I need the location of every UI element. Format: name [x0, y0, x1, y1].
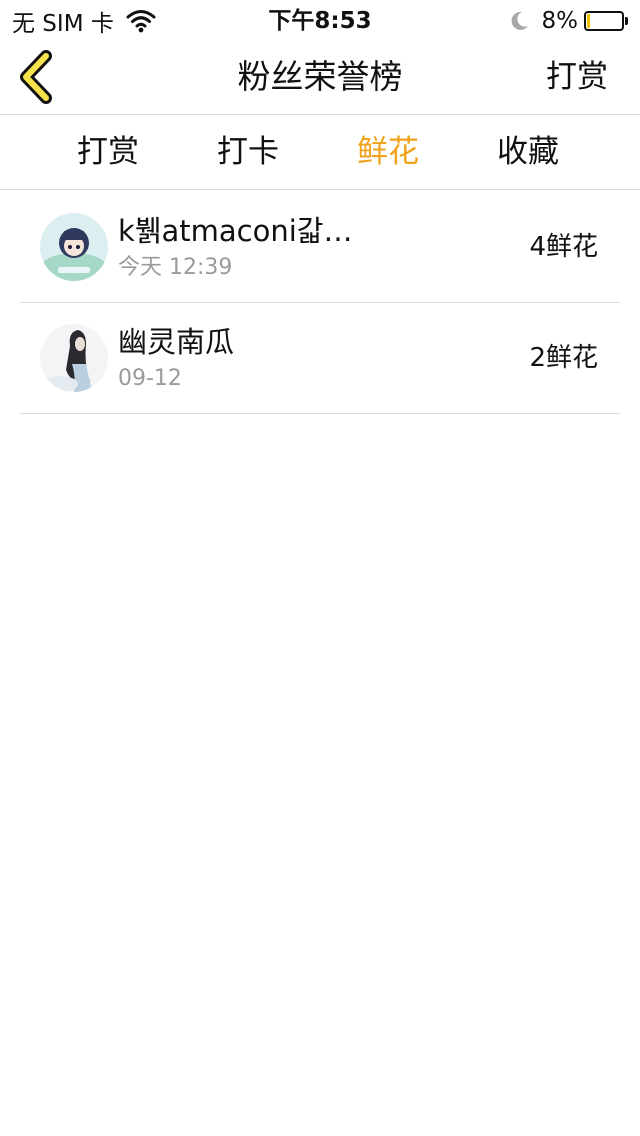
- reward-button[interactable]: 打赏: [546, 52, 608, 102]
- tab-reward[interactable]: 打赏: [48, 115, 168, 189]
- status-right: 8%: [508, 6, 628, 36]
- tab-favorites[interactable]: 收藏: [468, 115, 588, 189]
- back-button[interactable]: [14, 50, 64, 104]
- tab-bar: 打赏 打卡 鲜花 收藏: [0, 115, 640, 190]
- status-bar: 无 SIM 卡 下午8:53 8%: [0, 0, 640, 40]
- flower-count: 4鲜花: [529, 232, 598, 262]
- fan-name: k뷁atmaconi갋…: [118, 214, 353, 248]
- avatar[interactable]: [40, 213, 108, 281]
- list-item[interactable]: 幽灵南瓜 09-12 2鲜花: [20, 303, 620, 414]
- flower-count: 2鲜花: [529, 343, 598, 373]
- fan-time: 09-12: [118, 366, 182, 391]
- tab-checkin[interactable]: 打卡: [188, 115, 308, 189]
- fan-name: 幽灵南瓜: [118, 325, 235, 359]
- nav-bar: 粉丝荣誉榜 打赏: [0, 40, 640, 115]
- battery-icon: [584, 11, 628, 31]
- battery-percent: 8%: [541, 8, 579, 34]
- avatar[interactable]: [40, 324, 108, 392]
- fan-time: 今天 12:39: [118, 255, 233, 280]
- list-item[interactable]: k뷁atmaconi갋… 今天 12:39 4鲜花: [20, 192, 620, 303]
- tab-flowers[interactable]: 鲜花: [328, 115, 448, 189]
- moon-icon: [508, 10, 530, 32]
- chevron-left-icon: [14, 50, 64, 108]
- page-title: 粉丝荣誉榜: [237, 57, 403, 96]
